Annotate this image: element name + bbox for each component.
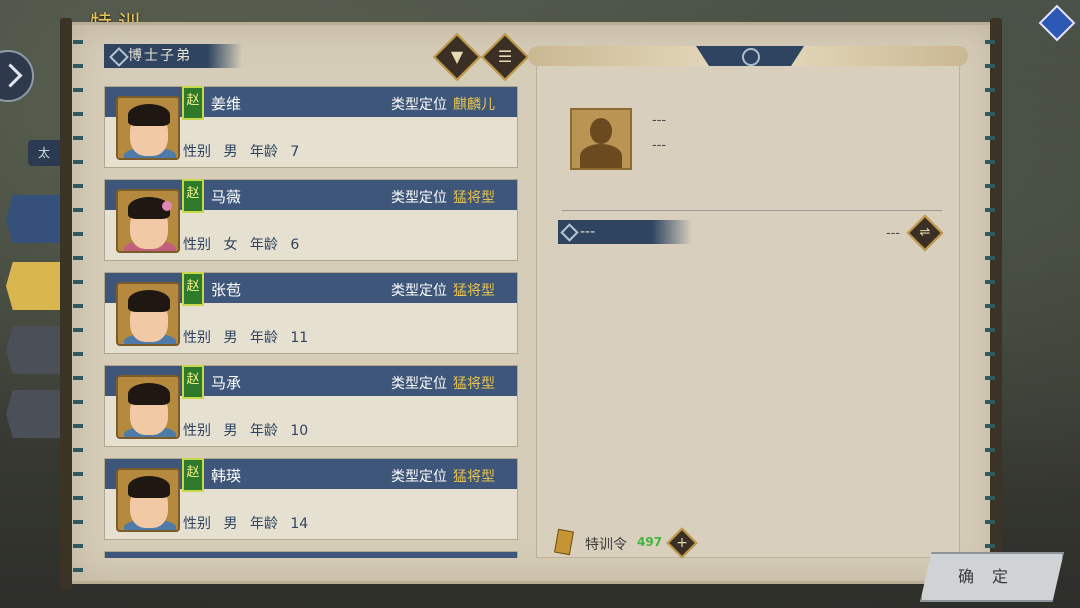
card-header [105, 552, 517, 558]
list-icon: ☰ [497, 47, 513, 66]
side-tab-2-active[interactable] [6, 262, 62, 310]
plus-icon: + [676, 535, 688, 551]
character-name: 姜维 [211, 95, 242, 113]
scroll-rod-left [60, 18, 72, 590]
scroll-edge-right [985, 30, 995, 580]
character-stats: 性别 女 年龄 6 [183, 237, 300, 253]
character-name: 马承 [211, 374, 242, 392]
character-portrait [116, 375, 180, 439]
skill-value: --- [886, 226, 901, 241]
character-card[interactable]: 赵 韩瑛 类型定位 猛将型 性别 男 年龄 14 [104, 458, 518, 540]
filter-icon: ▼ [450, 47, 464, 66]
type-value: 猛将型 [453, 283, 495, 299]
character-stats: 性别 男 年龄 10 [183, 423, 309, 439]
type-field: 类型定位 猛将型 [391, 469, 495, 485]
character-card-partial[interactable] [104, 551, 518, 558]
character-stats: 性别 男 年龄 11 [183, 330, 309, 346]
character-stats: 性别 男 年龄 14 [183, 516, 309, 532]
type-field: 类型定位 麒麟儿 [391, 97, 495, 113]
detail-line-2: --- [652, 138, 667, 153]
character-card[interactable]: 赵 姜维 类型定位 麒麟儿 性别 男 年龄 7 [104, 86, 518, 168]
side-tab-1[interactable] [6, 195, 62, 243]
character-stats: 性别 男 年龄 7 [183, 144, 300, 160]
character-name: 韩瑛 [211, 467, 242, 485]
category-header[interactable]: 博士子弟 [104, 44, 242, 68]
character-portrait [116, 96, 180, 160]
character-portrait [116, 468, 180, 532]
character-card[interactable]: 赵 马薇 类型定位 猛将型 性别 女 年龄 6 [104, 179, 518, 261]
detail-line-1: --- [652, 113, 667, 128]
confirm-button[interactable]: 确定 [920, 552, 1064, 602]
character-portrait [116, 189, 180, 253]
character-card[interactable]: 赵 马承 类型定位 猛将型 性别 男 年龄 10 [104, 365, 518, 447]
type-field: 类型定位 猛将型 [391, 376, 495, 392]
scroll-edge-left [73, 30, 83, 580]
token-label: 特训令 [585, 537, 627, 553]
type-field: 类型定位 猛将型 [391, 283, 495, 299]
side-tab-small[interactable]: 太 [28, 140, 60, 166]
nation-badge: 赵 [182, 179, 204, 213]
character-list[interactable]: 赵 姜维 类型定位 麒麟儿 性别 男 年龄 7 赵 马薇 类型定位 猛将型 性别 女… [104, 86, 518, 558]
swap-icon: ⇌ [919, 225, 931, 240]
character-name: 张苞 [211, 281, 242, 299]
scroll-knob-ornament [696, 46, 804, 66]
type-value: 猛将型 [453, 376, 495, 392]
side-tab-4[interactable] [6, 390, 62, 438]
token-count: 497 [637, 535, 663, 549]
character-portrait [116, 282, 180, 346]
type-value: 猛将型 [453, 469, 495, 485]
skill-header: --- [558, 220, 692, 244]
placeholder-avatar [570, 108, 632, 170]
type-value: 猛将型 [453, 190, 495, 206]
side-tab-3[interactable] [6, 326, 62, 374]
divider [562, 210, 942, 211]
nation-badge: 赵 [182, 458, 204, 492]
character-name: 马薇 [211, 188, 242, 206]
nation-badge: 赵 [182, 272, 204, 306]
type-field: 类型定位 猛将型 [391, 190, 495, 206]
type-value: 麒麟儿 [453, 97, 495, 113]
nation-badge: 赵 [182, 365, 204, 399]
nation-badge: 赵 [182, 86, 204, 120]
character-card[interactable]: 赵 张苞 类型定位 猛将型 性别 男 年龄 11 [104, 272, 518, 354]
